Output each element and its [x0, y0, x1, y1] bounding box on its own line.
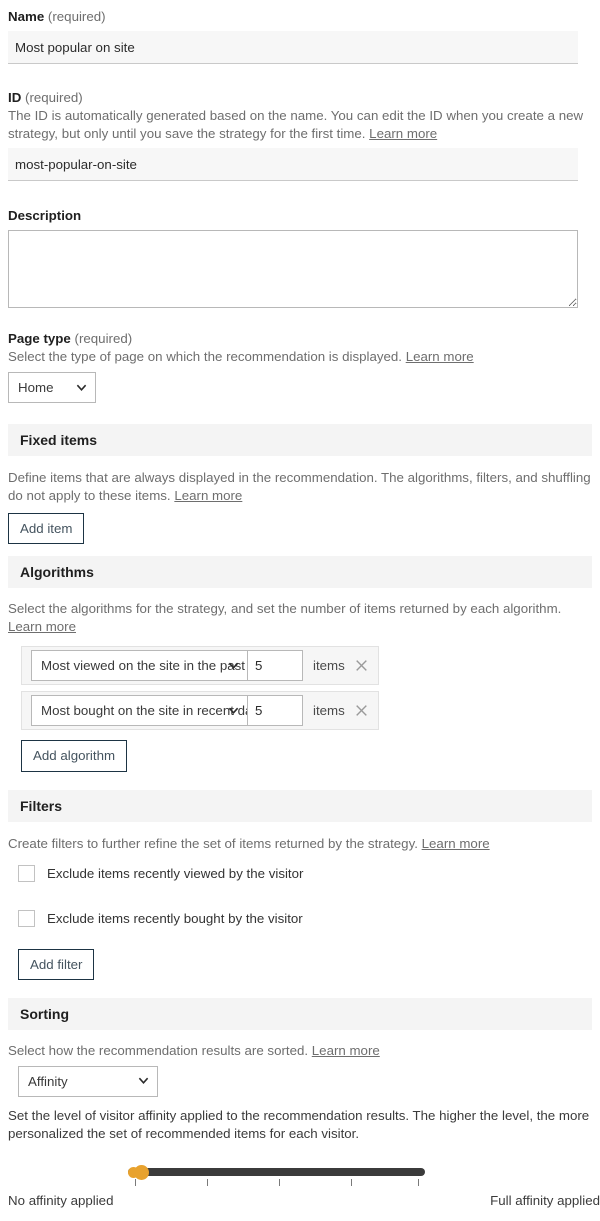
filters-section-header: Filters: [8, 789, 592, 822]
sorting-help-text: Select how the recommendation results ar…: [8, 1042, 592, 1060]
description-label-text: Description: [8, 208, 82, 223]
algorithm-select[interactable]: Most viewed on the site in the past 7 da…: [31, 650, 248, 682]
page-type-help-copy: Select the type of page on which the rec…: [8, 349, 402, 364]
id-required-suffix: (required): [25, 90, 83, 105]
id-help-copy: The ID is automatically generated based …: [8, 108, 584, 141]
name-label-text: Name: [8, 9, 45, 24]
affinity-slider-ticks: [128, 1178, 425, 1187]
algorithm-select-value: Most viewed on the site in the past 7 da…: [41, 658, 247, 674]
algorithms-learn-more-link[interactable]: Learn more: [8, 619, 76, 634]
page-type-label-text: Page type: [8, 331, 71, 346]
close-icon[interactable]: [354, 658, 369, 673]
sorting-select[interactable]: Affinity: [18, 1065, 158, 1097]
affinity-slider-endpoints: No affinity applied Full affinity applie…: [8, 1193, 600, 1208]
algorithms-title: Algorithms: [20, 564, 94, 581]
algorithm-count-input[interactable]: [248, 695, 303, 727]
filters-title: Filters: [20, 797, 63, 814]
algorithm-count-input[interactable]: [248, 650, 303, 682]
sorting-help-copy: Select how the recommendation results ar…: [8, 1042, 309, 1058]
affinity-max-label: Full affinity applied: [490, 1192, 600, 1208]
sorting-select-value: Affinity: [28, 1073, 68, 1089]
name-field-label: Name (required): [8, 8, 592, 26]
affinity-help-copy: Set the level of visitor affinity applie…: [8, 1107, 590, 1141]
sorting-section-header: Sorting: [8, 997, 592, 1030]
fixed-items-help-text: Define items that are always displayed i…: [8, 469, 592, 505]
add-item-button[interactable]: Add item: [8, 513, 85, 545]
affinity-slider-track[interactable]: [128, 1167, 425, 1176]
affinity-slider-thumb[interactable]: [128, 1164, 149, 1180]
name-input[interactable]: [8, 31, 578, 64]
filters-learn-more-link[interactable]: Learn more: [422, 836, 490, 851]
strategy-form: Name (required) ID (required) The ID is …: [0, 0, 600, 1208]
algorithm-row: Most viewed on the site in the past 7 da…: [21, 646, 379, 686]
filters-help-text: Create filters to further refine the set…: [8, 835, 592, 853]
algorithms-help-copy: Select the algorithms for the strategy, …: [8, 601, 562, 617]
exclude-recently-bought-label: Exclude items recently bought by the vis…: [47, 911, 303, 927]
fixed-items-title: Fixed items: [20, 432, 98, 448]
affinity-help-text: Set the level of visitor affinity applie…: [8, 1107, 592, 1143]
filters-help-copy: Create filters to further refine the set…: [8, 835, 418, 851]
id-label-text: ID: [8, 90, 22, 105]
page-type-field-label: Page type (required): [8, 330, 592, 348]
exclude-recently-viewed-label: Exclude items recently viewed by the vis…: [47, 866, 304, 882]
affinity-slider[interactable]: [128, 1159, 428, 1193]
add-algorithm-button[interactable]: Add algorithm: [21, 740, 128, 772]
filter-checkbox-row: Exclude items recently bought by the vis…: [18, 908, 592, 930]
algorithms-section-header: Algorithms: [8, 556, 592, 589]
name-required-suffix: (required): [47, 9, 106, 24]
sorting-title: Sorting: [20, 1005, 69, 1022]
close-icon[interactable]: [354, 703, 369, 718]
id-input[interactable]: [8, 148, 578, 181]
sorting-learn-more-link[interactable]: Learn more: [312, 1043, 380, 1058]
algorithm-select[interactable]: Most bought on the site in recent days: [31, 695, 248, 727]
page-type-select[interactable]: Home: [8, 372, 96, 403]
exclude-recently-viewed-checkbox[interactable]: [18, 865, 35, 883]
page-type-learn-more-link[interactable]: Learn more: [406, 349, 474, 364]
algorithm-select-value: Most bought on the site in recent days: [41, 703, 247, 719]
add-filter-button[interactable]: Add filter: [18, 948, 95, 980]
page-type-help-text: Select the type of page on which the rec…: [8, 348, 592, 366]
description-textarea[interactable]: [8, 230, 578, 308]
id-help-text: The ID is automatically generated based …: [8, 107, 592, 143]
exclude-recently-bought-checkbox[interactable]: [18, 910, 35, 928]
algorithm-items-label: items: [313, 703, 345, 719]
filter-checkbox-row: Exclude items recently viewed by the vis…: [18, 863, 592, 885]
description-field-label: Description: [8, 207, 592, 225]
page-type-required-suffix: (required): [74, 331, 133, 346]
algorithms-help-text: Select the algorithms for the strategy, …: [8, 600, 592, 636]
id-learn-more-link[interactable]: Learn more: [369, 126, 437, 141]
algorithm-items-label: items: [313, 658, 345, 674]
id-field-label: ID (required): [8, 89, 592, 107]
page-type-select-value: Home: [18, 380, 54, 395]
affinity-min-label: No affinity applied: [8, 1192, 114, 1208]
fixed-items-learn-more-link[interactable]: Learn more: [174, 488, 242, 503]
fixed-items-help-copy: Define items that are always displayed i…: [8, 470, 591, 503]
algorithm-row: Most bought on the site in recent days i…: [21, 691, 379, 731]
fixed-items-section-header: Fixed items: [8, 424, 592, 456]
